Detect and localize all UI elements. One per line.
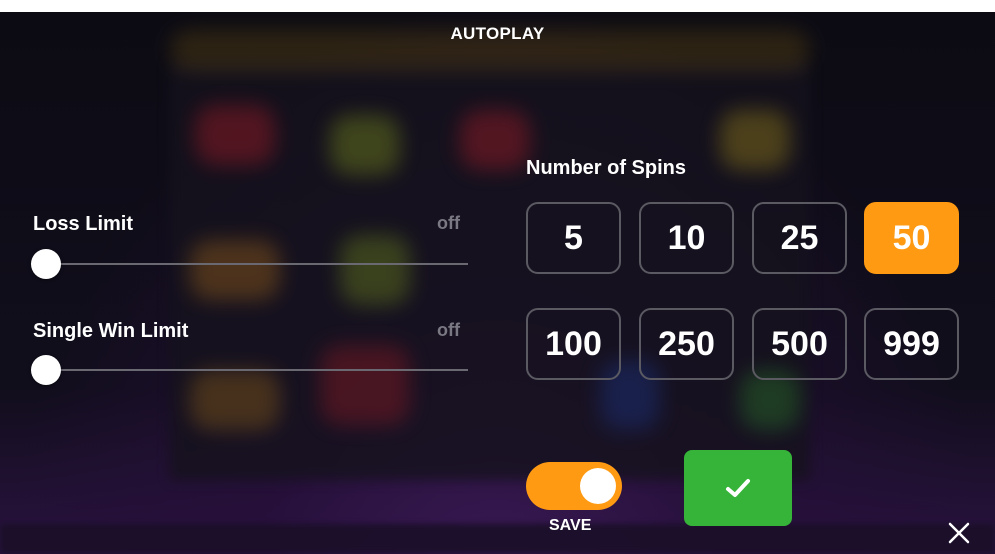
save-toggle-thumb — [580, 468, 616, 504]
loss-limit-label: Loss Limit — [33, 213, 134, 235]
spin-option-500[interactable]: 500 — [752, 308, 847, 380]
close-button[interactable] — [942, 516, 976, 550]
spin-option-250[interactable]: 250 — [639, 308, 734, 380]
bottom-bar — [0, 524, 995, 554]
single-win-limit-track[interactable] — [45, 369, 468, 371]
save-toggle[interactable] — [526, 462, 622, 510]
spin-option-5[interactable]: 5 — [526, 202, 621, 274]
confirm-button[interactable] — [684, 450, 792, 526]
number-of-spins-label: Number of Spins — [526, 157, 687, 179]
spin-option-10[interactable]: 10 — [639, 202, 734, 274]
page-title: AUTOPLAY — [450, 24, 545, 43]
spin-option-999[interactable]: 999 — [864, 308, 959, 380]
top-edge — [0, 0, 995, 12]
single-win-limit-slider-handle[interactable] — [31, 355, 61, 385]
blurred-symbol — [195, 105, 275, 165]
spin-option-25[interactable]: 25 — [752, 202, 847, 274]
single-win-limit-label: Single Win Limit — [33, 320, 189, 342]
save-label: SAVE — [549, 517, 592, 534]
loss-limit-value: off — [437, 213, 460, 233]
single-win-limit-value: off — [437, 320, 460, 340]
blurred-symbol — [340, 235, 410, 305]
blurred-symbol — [190, 370, 280, 430]
blurred-symbol — [190, 240, 280, 300]
blurred-symbol — [320, 345, 410, 425]
blurred-symbol — [460, 110, 530, 170]
blurred-symbol — [720, 110, 790, 170]
loss-limit-slider-handle[interactable] — [31, 249, 61, 279]
spin-option-50[interactable]: 50 — [864, 202, 959, 274]
loss-limit-track[interactable] — [45, 263, 468, 265]
close-icon — [948, 522, 970, 544]
checkmark-icon — [726, 479, 750, 497]
spin-option-100[interactable]: 100 — [526, 308, 621, 380]
blurred-symbol — [330, 115, 400, 175]
game-backdrop — [0, 0, 995, 554]
